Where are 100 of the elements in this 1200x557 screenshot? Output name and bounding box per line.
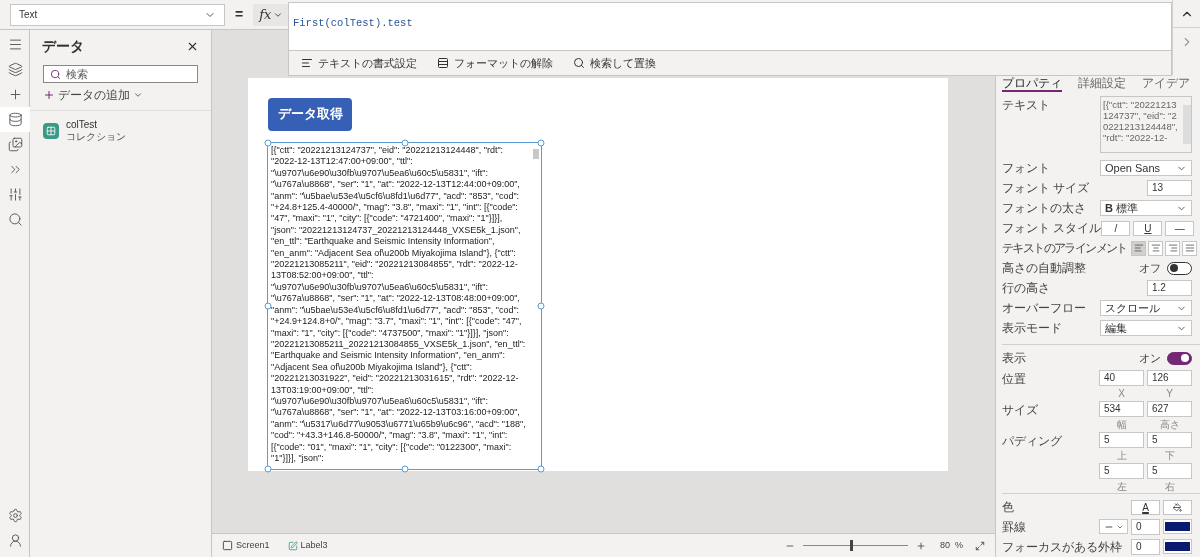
resize-handle[interactable] <box>264 465 272 473</box>
screen-tab[interactable]: Screen1 <box>222 538 270 553</box>
plus-icon <box>43 89 55 101</box>
data-source-item[interactable]: colTest コレクション <box>30 119 211 142</box>
zoom-slider[interactable] <box>802 540 908 551</box>
text-property-field[interactable]: [{"ctt": "20221213124737", "eid": "20221213124448", "rdt": "2022-12- <box>1100 96 1192 153</box>
line-style-dropdown[interactable] <box>1099 519 1128 534</box>
property-name: Text <box>19 8 38 22</box>
font-color-button[interactable]: A <box>1131 499 1160 515</box>
expand-icon <box>975 540 985 551</box>
close-button[interactable] <box>186 40 199 53</box>
property-label: フォーカスがある外枠 <box>1002 539 1122 556</box>
align-justify-icon <box>1184 243 1195 253</box>
images-icon <box>7 137 23 152</box>
property-label: フォントの太さ <box>1002 200 1086 217</box>
color-swatch[interactable] <box>1163 519 1192 534</box>
property-label: 表示モード <box>1002 320 1062 337</box>
scrollbar[interactable] <box>1183 105 1191 144</box>
add-data-button[interactable]: データの追加 <box>43 86 198 104</box>
resize-handle[interactable] <box>537 302 545 310</box>
control-tab[interactable]: Label3 <box>287 538 328 553</box>
search-icon <box>50 68 61 80</box>
panel-tab[interactable]: プロパティ <box>1002 74 1062 92</box>
field-caption: 幅 <box>1116 419 1127 430</box>
fx-button[interactable]: fx <box>253 3 290 26</box>
dropdown[interactable]: Open Sans <box>1100 160 1192 176</box>
chevron-down-icon <box>133 90 143 100</box>
toolbar-button[interactable]: 検索して置換 <box>573 54 656 72</box>
input-field[interactable]: 1.2 <box>1147 280 1192 296</box>
color-swatch[interactable] <box>1163 539 1192 554</box>
formula-editor[interactable]: First(colTest).test <box>289 3 1171 51</box>
input-field[interactable]: 13 <box>1147 180 1192 196</box>
style-button[interactable]: / <box>1101 220 1131 236</box>
input-field[interactable]: 126 <box>1147 370 1192 386</box>
toggle-switch[interactable] <box>1167 351 1192 365</box>
dropdown-value: 編集 <box>1105 320 1127 336</box>
panel-tab[interactable]: 詳細設定 <box>1078 74 1126 92</box>
formula-text: First(colTest).test <box>293 17 413 29</box>
input-field[interactable]: 5 <box>1147 432 1192 448</box>
fit-button[interactable] <box>975 540 985 551</box>
dropdown[interactable]: B 標準 <box>1100 200 1192 216</box>
align-center-icon <box>1150 243 1161 253</box>
resize-handle[interactable] <box>401 465 408 473</box>
property-value: [{"ctt": "20221213124737", "eid": "20221213124448", "rdt": "2022-12- <box>1102 98 1179 145</box>
toggle-switch[interactable] <box>1167 261 1192 275</box>
dropdown-value: Open Sans <box>1105 160 1161 176</box>
fill-color-button[interactable] <box>1163 499 1192 515</box>
property-label: 表示 <box>1002 350 1026 367</box>
scrollbar[interactable] <box>533 149 539 159</box>
resize-handle[interactable] <box>264 139 272 147</box>
search-icon <box>7 212 23 227</box>
property-label: フォント スタイル <box>1002 220 1102 237</box>
fetch-data-button[interactable]: データ取得 <box>268 98 352 131</box>
zoom-unit: % <box>955 538 963 552</box>
property-label: テキストのアラインメント <box>1002 240 1127 257</box>
resize-handle[interactable] <box>537 465 545 473</box>
menu-icon <box>7 37 23 52</box>
field-caption: X <box>1118 388 1125 399</box>
property-label: フォント <box>1002 160 1050 177</box>
search-field[interactable]: 検索 <box>43 65 198 83</box>
toolbar-button[interactable]: フォーマットの解除 <box>437 54 553 72</box>
property-label: 罫線 <box>1002 519 1026 536</box>
panel-tab[interactable]: アイデア <box>1142 74 1190 92</box>
item-type: コレクション <box>66 131 126 142</box>
property-label: 位置 <box>1002 371 1026 388</box>
input-field[interactable]: 5 <box>1099 463 1144 479</box>
align-button[interactable] <box>1182 240 1197 256</box>
dropdown[interactable]: スクロール <box>1100 300 1192 316</box>
field-caption: 左 <box>1116 481 1127 492</box>
layers-icon <box>7 62 23 77</box>
panel-title: データ <box>42 37 84 56</box>
field-caption: 右 <box>1164 481 1175 492</box>
edit-icon <box>287 540 298 551</box>
dropdown[interactable]: 編集 <box>1100 320 1192 336</box>
align-button[interactable] <box>1165 240 1180 256</box>
align-button[interactable] <box>1131 240 1146 256</box>
toggle-state: オフ <box>1139 260 1161 276</box>
field-caption: 上 <box>1116 450 1127 461</box>
input-field[interactable]: 5 <box>1147 463 1192 479</box>
style-button[interactable]: U <box>1133 220 1163 236</box>
resize-handle[interactable] <box>264 302 272 310</box>
zoom-thumb[interactable] <box>850 540 854 551</box>
input-field[interactable]: 534 <box>1099 401 1144 417</box>
style-button[interactable]: — <box>1165 220 1195 236</box>
resize-handle[interactable] <box>537 139 545 147</box>
resize-handle[interactable] <box>401 139 408 147</box>
input-field[interactable]: 0 <box>1131 519 1160 535</box>
person-icon <box>7 533 23 548</box>
input-field[interactable]: 40 <box>1099 370 1144 386</box>
property-dropdown[interactable]: Text <box>10 3 225 26</box>
zoom-in-button[interactable] <box>915 540 926 551</box>
input-field[interactable]: 0 <box>1131 539 1160 555</box>
label-text: [{"ctt": "20221213124737", "eid": "20221213124448", "rdt": "2022-12-13T12:47:00+09:00", "ttl": "\u9707\u6e90\u30fb\u9707\u5ea6\u60c5\u5831", "ift": "\u767a\u8868", "ser": "1", "at": "2022-12-13T12:44:00+09:00", "anm": "\u5bae\u53e4\u5cf6\u8fd1\u6d77", "acd": "853", "cod": "+24.8+125.4-40000/", "mag": "3.8", "maxi": "1", "int": [{"code": "47", "maxi": "1", "city": [{"code": "4721400", "maxi": "1"}]}], "json": "20221213124737_20221213124448_VXSE5k_1.json", "en_ttl": "Earthquake and Seismic Intensity Information", "en_anm": "Adjacent Sea of\u200b Miyakojima Island"}, {"ctt": "20221213085211", "eid": "20221213084855", "rdt": "2022-12-13T08:52:00+09:00", "ttl": "\u9707\u6e90\u30fb\u9707\u5ea6\u60c5\u5831", "ift": "\u767a\u8868", "ser": "1", "at": "2022-12-13T08:48:00+09:00", "anm": "\u5bae\u53e4\u5cf6\u8fd1\u6d77", "acd": "853", "cod": "+24.9+124.8+0/", "mag": "3.7", "maxi": "1", "int": [{"code": "47", "maxi": "1", "city": [{"code": "4737500", "maxi": "1"}]}], "json": "20221213085211_20221213084855_VXSE5k_1.json", "en_ttl": "Earthquake and Seismic Intensity Information", "en_anm": "Adjacent Sea of\u200b Miyakojima Island"}, {"ctt": "20221213031922", "eid": "20221213031615", "rdt": "2022-12-13T03:19:00+09:00", "ttl": "\u9707\u6e90\u30fb\u9707\u5ea6\u60c5\u5831", "ift": "\u767a\u8868", "ser": "1", "at": "2022-12-13T03:16:00+09:00", "anm": "\u5317\u6d77\u9053\u6771\u65b9\u6c96", "acd": "188", "cod": "+43.3+146.8-50000/", "mag": "3.8", "maxi": "1", "int": [{"code": "01", "maxi": "1", "city": [{"code": "0122300", "maxi": "1"}]}], "json": <box>270 144 527 465</box>
input-field[interactable]: 627 <box>1147 401 1192 417</box>
rail-button[interactable] <box>0 107 30 132</box>
text-lines-icon <box>301 57 313 69</box>
input-field[interactable]: 5 <box>1099 432 1144 448</box>
toolbar-button[interactable]: テキストの書式設定 <box>301 54 417 72</box>
dropdown-value: スクロール <box>1105 300 1160 316</box>
align-button[interactable] <box>1148 240 1163 256</box>
